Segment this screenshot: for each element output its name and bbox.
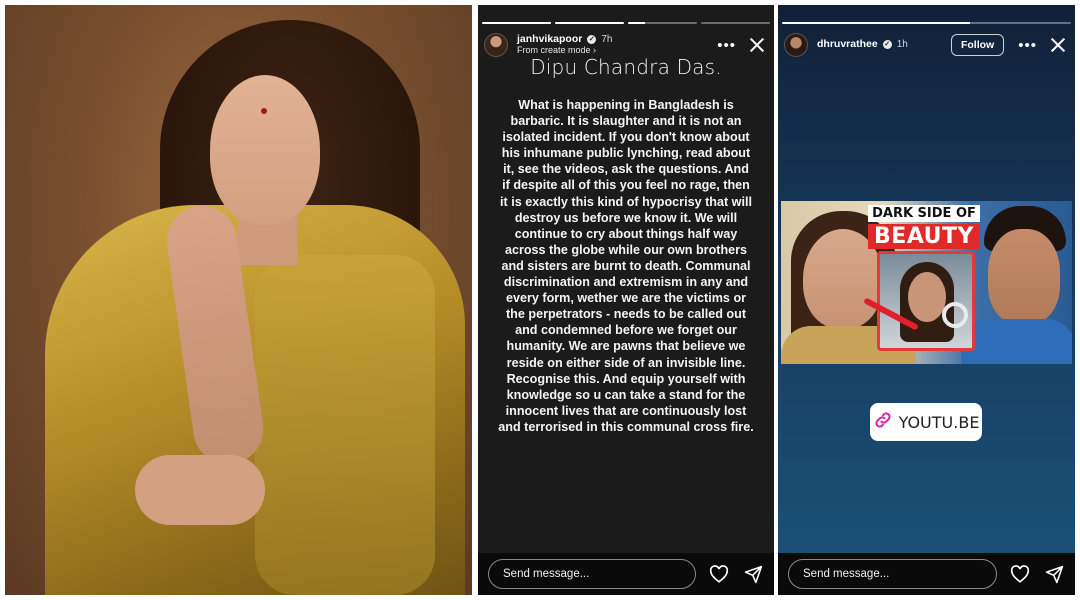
thumbnail-line-1: DARK SIDE OF	[868, 205, 980, 222]
story-footer: Send message...	[478, 553, 774, 595]
composite-image: janhvikapoor ✓ 7h From create mode › •••…	[0, 0, 1080, 600]
close-icon[interactable]	[748, 36, 766, 54]
heart-icon[interactable]	[708, 563, 730, 585]
story-title: Dipu Chandra Das.	[530, 55, 722, 79]
send-message-input[interactable]: Send message...	[488, 559, 696, 589]
send-message-input[interactable]: Send message...	[788, 559, 997, 589]
avatar[interactable]	[484, 33, 508, 57]
send-icon[interactable]	[742, 563, 764, 585]
photo-hand	[135, 455, 265, 525]
story-progress-bar	[482, 22, 770, 24]
verified-badge-icon: ✓	[882, 40, 892, 50]
story-text: What is happening in Bangladesh is barba…	[498, 98, 754, 434]
story-progress-segment	[628, 22, 697, 24]
story-author: dhruvrathee ✓ 1h	[817, 39, 951, 51]
photo-bindi	[261, 108, 267, 114]
thumbnail-line-2: BEAUTY	[868, 224, 980, 249]
inset-ring-light	[942, 302, 968, 328]
link-icon	[873, 410, 893, 435]
post-time: 1h	[896, 39, 908, 51]
chevron-right-icon: ›	[593, 45, 597, 56]
story-progress-segment	[701, 22, 770, 24]
story-dhruvrathee[interactable]: dhruvrathee ✓ 1h Follow ••• DARK SIDE OF…	[778, 5, 1075, 595]
follow-button[interactable]: Follow	[950, 34, 1005, 56]
create-mode-label: From create mode	[517, 45, 591, 56]
avatar[interactable]	[784, 33, 808, 57]
username[interactable]: janhvikapoor	[517, 33, 582, 46]
story-progress-fill	[628, 22, 646, 24]
thumbnail-man-face	[988, 229, 1060, 324]
close-icon[interactable]	[1049, 36, 1067, 54]
story-progress-fill	[482, 22, 551, 24]
story-footer: Send message...	[778, 553, 1075, 595]
link-sticker[interactable]: YOUTU.BE	[870, 403, 982, 441]
story-progress-bar	[782, 22, 1071, 24]
story-header: dhruvrathee ✓ 1h Follow •••	[784, 29, 1067, 61]
photo-saree-drape	[255, 255, 435, 595]
link-label: YOUTU.BE	[898, 412, 980, 432]
portrait-photo	[5, 5, 472, 595]
verified-badge-icon: ✓	[587, 35, 597, 45]
send-message-placeholder: Send message...	[803, 568, 890, 580]
send-icon[interactable]	[1043, 563, 1065, 585]
more-icon[interactable]: •••	[717, 38, 736, 53]
story-progress-segment	[482, 22, 551, 24]
story-progress-segment	[782, 22, 1071, 24]
story-progress-fill	[555, 22, 624, 24]
thumbnail-man-body	[961, 319, 1072, 364]
youtube-thumbnail[interactable]: DARK SIDE OF BEAUTY	[781, 201, 1072, 364]
thumbnail-inset-image	[877, 251, 975, 351]
post-time: 7h	[601, 34, 613, 46]
story-progress-fill	[782, 22, 970, 24]
story-janhvikapoor[interactable]: janhvikapoor ✓ 7h From create mode › •••…	[478, 5, 774, 595]
more-icon[interactable]: •••	[1018, 38, 1037, 53]
story-author: janhvikapoor ✓ 7h From create mode ›	[517, 33, 711, 56]
photo-face	[210, 75, 320, 225]
story-progress-segment	[555, 22, 624, 24]
heart-icon[interactable]	[1009, 563, 1031, 585]
username[interactable]: dhruvrathee	[817, 39, 878, 51]
send-message-placeholder: Send message...	[503, 568, 590, 580]
inset-face	[908, 272, 946, 322]
thumbnail-headline: DARK SIDE OF BEAUTY	[859, 204, 989, 249]
